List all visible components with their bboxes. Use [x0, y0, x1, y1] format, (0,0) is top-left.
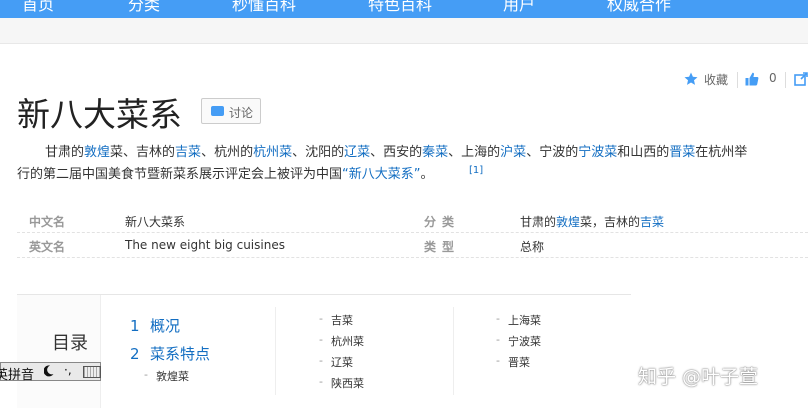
toc-column-divider — [275, 307, 276, 395]
inline-text: 、西安的 — [370, 145, 423, 160]
info-value: The new eight big cuisines — [125, 238, 285, 252]
inline-text: 。 — [420, 167, 434, 182]
inline-text: 行的第二届中国美食节暨新菜系展示评定会上被评为中国 — [17, 167, 343, 182]
moon-icon[interactable] — [44, 365, 54, 377]
info-value: 甘肃的敦煌菜，吉林的吉菜 — [520, 213, 664, 230]
info-row: 英文名 The new eight big cuisines 类型 总称 — [17, 233, 808, 258]
inline-text: 菜，吉林的 — [580, 215, 641, 229]
toc-item[interactable]: 1 概况 — [130, 315, 180, 336]
top-nav-bar: 首页 分类 秒懂百科 特色百科 用户 权威合作 — [0, 0, 808, 18]
toc-item-label: 概况 — [150, 317, 181, 335]
inline-link[interactable]: 辽菜 — [344, 145, 370, 160]
toc-heading-box: 目录 — [17, 295, 101, 408]
nav-featured[interactable]: 特色百科 — [368, 0, 432, 15]
discuss-label: 讨论 — [229, 106, 254, 120]
inline-link[interactable]: 宁波菜 — [578, 145, 617, 160]
inline-text: 、杭州的 — [201, 145, 254, 160]
info-row: 中文名 新八大菜系 分类 甘肃的敦煌菜，吉林的吉菜 — [17, 208, 808, 233]
tools-divider — [785, 72, 786, 88]
page-title: 新八大菜系 — [17, 95, 182, 134]
inline-link[interactable]: 秦菜 — [422, 145, 448, 160]
inline-link[interactable]: 吉菜 — [175, 145, 201, 160]
star-icon — [684, 72, 698, 85]
toc-subitem[interactable]: 吉菜 — [319, 312, 353, 328]
keyboard-icon[interactable] — [83, 366, 101, 378]
toc-item-label: 菜系特点 — [150, 345, 211, 363]
toc-subitem[interactable]: 陕西菜 — [319, 375, 364, 391]
inline-text: 甘肃的 — [520, 215, 557, 229]
info-key: 类型 — [424, 240, 461, 254]
toc-subitem[interactable]: 上海菜 — [496, 312, 541, 328]
inline-text: 甘肃的 — [45, 145, 85, 160]
inline-link[interactable]: “新八大菜系” — [342, 167, 420, 182]
inline-text: 、沈阳的 — [292, 145, 345, 160]
share-icon[interactable] — [794, 72, 808, 86]
info-key: 中文名 — [29, 215, 66, 229]
like-count: 0 — [769, 71, 777, 85]
info-value: 总称 — [520, 238, 544, 255]
nav-partner[interactable]: 权威合作 — [607, 0, 671, 15]
table-of-contents: 目录 1 概况 2 菜系特点 敦煌菜 吉菜 杭州菜 辽菜 陕西菜 上海菜 宁波菜 晋… — [17, 294, 631, 408]
toc-subitem[interactable]: 辽菜 — [319, 354, 353, 370]
nav-home[interactable]: 首页 — [22, 0, 54, 15]
punctuation-icon[interactable]: ·, — [64, 363, 72, 377]
inline-link[interactable]: 吉菜 — [640, 215, 664, 229]
toc-subitem[interactable]: 杭州菜 — [319, 333, 364, 349]
toc-heading: 目录 — [52, 333, 88, 354]
toc-item-number: 2 — [130, 345, 140, 363]
summary-line-2: 行的第二届中国美食节暨新菜系展示评定会上被评为中国“新八大菜系”。 — [17, 162, 434, 187]
inline-text: 在杭州举 — [695, 145, 748, 160]
nav-subband — [0, 18, 808, 44]
discuss-button[interactable]: 讨论 — [201, 98, 261, 124]
inline-link[interactable]: 杭州菜 — [253, 145, 292, 160]
inline-text: 菜、吉林的 — [110, 145, 176, 160]
toc-subitem[interactable]: 敦煌菜 — [144, 368, 189, 384]
inline-link[interactable]: 敦煌 — [84, 145, 110, 160]
watermark: 知乎 @叶子萱 — [638, 366, 759, 388]
toc-item[interactable]: 2 菜系特点 — [130, 343, 210, 364]
info-value: 新八大菜系 — [125, 215, 186, 229]
article-tools: 收藏 0 — [684, 70, 808, 90]
tools-divider — [737, 72, 738, 88]
inline-text: 总称 — [520, 240, 545, 254]
inline-link[interactable]: 敦煌 — [556, 215, 580, 229]
thumbs-up-icon — [745, 72, 759, 86]
inline-text: 和山西的 — [617, 145, 670, 160]
nav-user[interactable]: 用户 — [503, 0, 535, 15]
info-key: 分类 — [424, 215, 461, 229]
toc-item-number: 1 — [130, 317, 140, 335]
ime-toolbar[interactable]: 英拼音 ·, — [0, 362, 101, 383]
toc-column-divider — [453, 307, 454, 395]
reference-link[interactable]: [1] — [469, 165, 483, 176]
info-key: 英文名 — [29, 240, 66, 254]
ime-mode-label[interactable]: 英拼音 — [0, 364, 34, 383]
toc-subitem[interactable]: 晋菜 — [496, 354, 530, 370]
inline-link[interactable]: 沪菜 — [500, 145, 526, 160]
favorite-label: 收藏 — [704, 73, 729, 87]
nav-category[interactable]: 分类 — [128, 0, 160, 15]
inline-link[interactable]: 晋菜 — [669, 145, 695, 160]
toc-subitem[interactable]: 宁波菜 — [496, 333, 541, 349]
chat-bubble-icon — [211, 100, 224, 116]
inline-text: 、宁波的 — [526, 145, 579, 160]
inline-text: 、上海的 — [448, 145, 501, 160]
nav-miaodong[interactable]: 秒懂百科 — [232, 0, 296, 15]
